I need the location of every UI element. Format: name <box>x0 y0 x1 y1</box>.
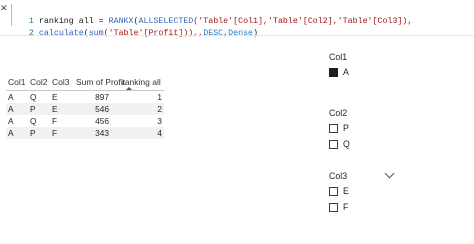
paren: ) <box>253 29 259 38</box>
slicer-col2[interactable]: Col2 P Q <box>329 107 350 151</box>
function-sum: sum <box>88 29 104 38</box>
cell-col2: Q <box>30 116 37 126</box>
cell-profit: 546 <box>95 104 109 114</box>
cell-profit: 456 <box>95 116 109 126</box>
dax-formula-bar[interactable]: ✕ 1 ranking all = RANKX(ALLSELECTED('Tabl… <box>0 0 474 38</box>
formula-line-1[interactable]: 1 ranking all = RANKX(ALLSELECTED('Table'… <box>9 4 412 26</box>
cell-col1: A <box>8 116 14 126</box>
table-row: A P F 343 4 <box>6 127 164 139</box>
cell-col1: A <box>8 128 14 138</box>
cell-col1: A <box>8 92 14 102</box>
header-col2[interactable]: Col2 <box>30 77 47 87</box>
header-col1[interactable]: Col1 <box>8 77 25 87</box>
cell-profit: 343 <box>95 128 109 138</box>
slicer-item-p[interactable]: P <box>329 123 349 135</box>
cell-ranking: 2 <box>157 104 162 114</box>
slicer-item-q[interactable]: Q <box>329 139 350 151</box>
table-row: A Q F 456 3 <box>6 115 164 127</box>
checkbox[interactable] <box>329 140 338 149</box>
cell-col3: F <box>52 116 58 126</box>
cell-profit: 897 <box>95 92 109 102</box>
order-desc: DESC <box>203 29 224 38</box>
function-calculate: calculate <box>38 29 84 38</box>
slicer-item-label: F <box>343 202 349 212</box>
cell-col2: P <box>30 104 36 114</box>
table-visual[interactable]: Col1 Col2 Col3 Sum of Profit ranking all… <box>6 74 164 139</box>
slicer-item-f[interactable]: F <box>329 202 349 214</box>
slicer-item-label: P <box>343 123 349 133</box>
slicer-item-label: A <box>343 67 349 77</box>
slicer-item-a[interactable]: A <box>329 67 349 79</box>
profit-arg: ('Table'[Profit])),, <box>103 29 204 38</box>
slicer-item-label: Q <box>343 139 350 149</box>
formula-line-2[interactable]: 2 calculate(sum('Table'[Profit])),,DESC,D… <box>9 16 258 38</box>
table-row: A Q E 897 1 <box>6 91 164 103</box>
cell-col3: E <box>52 92 58 102</box>
cell-col1: A <box>8 104 14 114</box>
slicer-title: Col3 <box>329 171 348 181</box>
cell-col3: E <box>52 104 58 114</box>
formula-bar-divider <box>0 35 474 36</box>
slicer-col3[interactable]: Col3 E F <box>329 170 349 214</box>
header-ranking-all[interactable]: ranking all <box>122 77 161 87</box>
checkbox[interactable] <box>329 203 338 212</box>
cell-col2: Q <box>30 92 37 102</box>
slicer-item-e[interactable]: E <box>329 186 349 198</box>
slicer-title: Col1 <box>329 52 348 62</box>
line-number: 2 <box>28 29 34 38</box>
checkbox-checked[interactable] <box>329 68 338 77</box>
checkbox[interactable] <box>329 124 338 133</box>
slicer-item-label: E <box>343 186 349 196</box>
checkbox[interactable] <box>329 187 338 196</box>
close-icon[interactable]: ✕ <box>0 4 8 13</box>
ties-dense: Dense <box>228 29 254 38</box>
cell-col2: P <box>30 128 36 138</box>
table-row: A P E 546 2 <box>6 103 164 115</box>
cell-ranking: 4 <box>157 128 162 138</box>
slicer-col1[interactable]: Col1 A <box>329 51 349 79</box>
sort-ascending-icon[interactable] <box>126 87 132 90</box>
header-col3[interactable]: Col3 <box>52 77 69 87</box>
cell-ranking: 1 <box>157 92 162 102</box>
table-header-row: Col1 Col2 Col3 Sum of Profit ranking all <box>6 74 164 90</box>
header-sum-of-profit[interactable]: Sum of Profit <box>76 77 125 87</box>
cell-col3: F <box>52 128 58 138</box>
chevron-down-icon[interactable] <box>384 168 395 179</box>
slicer-title: Col2 <box>329 108 348 118</box>
cell-ranking: 3 <box>157 116 162 126</box>
